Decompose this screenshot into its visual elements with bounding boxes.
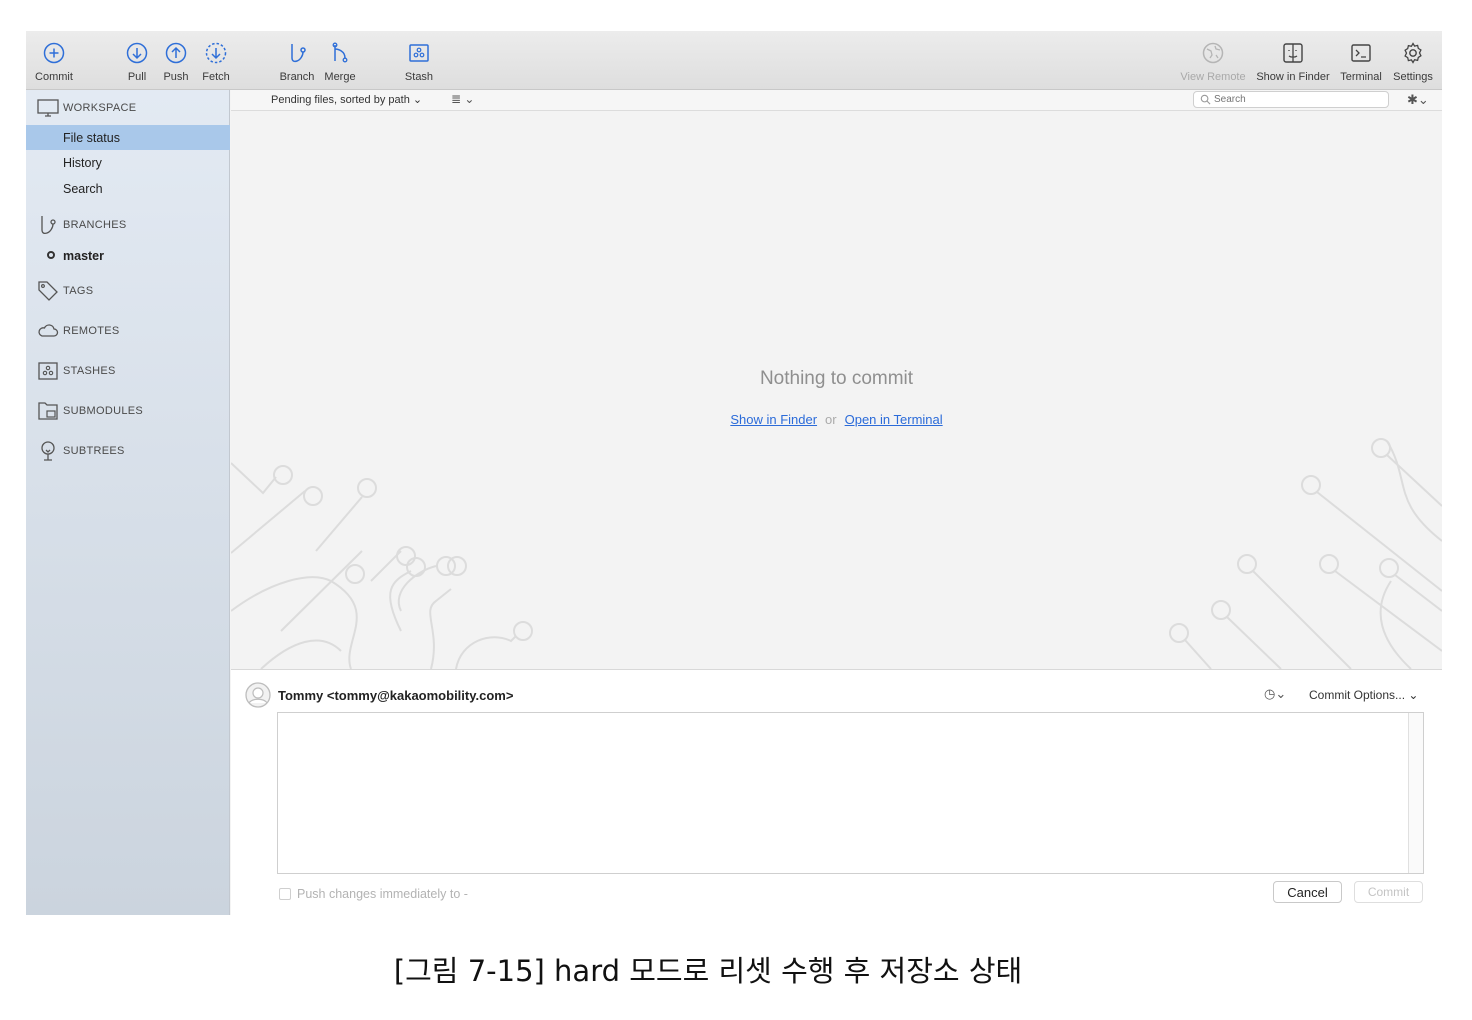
commit-panel: Tommy <tommy@kakaomobility.com> ◷⌄ Commi… [231,669,1442,915]
chevron-down-icon: ⌄ [412,94,423,106]
search-box [1193,91,1389,108]
push-immediately-checkbox[interactable]: Push changes immediately to - [279,887,468,901]
cancel-button[interactable]: Cancel [1273,881,1342,903]
branch-button[interactable]: Branch [276,41,318,87]
sidebar: WORKSPACE File status History Search BRA… [26,90,230,915]
view-remote-button[interactable]: View Remote [1178,41,1248,87]
sidebar-section-submodules[interactable]: SUBMODULES [26,398,230,424]
view-mode-list-icon[interactable]: ≣ ⌄ [451,92,474,106]
stash-button[interactable]: Stash [399,41,439,87]
file-status-area: Nothing to commit Show in Finder or Open i… [231,111,1442,669]
fetch-icon [205,42,227,64]
actions-gear-icon[interactable]: ✱⌄ [1407,92,1429,108]
show-in-finder-link[interactable]: Show in Finder [730,412,817,427]
branch-icon [291,44,306,63]
sidebar-section-remotes[interactable]: REMOTES [26,318,230,344]
sidebar-section-workspace[interactable]: WORKSPACE [26,95,230,121]
settings-button[interactable]: Settings [1389,41,1437,87]
empty-state-message: Nothing to commit [759,368,914,389]
tree-icon [41,441,55,461]
sidebar-item-file-status[interactable]: File status [26,125,230,150]
figure-caption: [그림 7-15] hard 모드로 리셋 수행 후 저장소 상태 [393,954,1023,988]
sidebar-section-branches[interactable]: BRANCHES [26,212,230,238]
checkbox-icon [279,888,291,900]
commit-message-scrollbar[interactable] [1408,713,1423,873]
stash-icon [409,44,429,62]
sidebar-section-stashes[interactable]: STASHES [26,358,230,384]
commit-author: Tommy <tommy@kakaomobility.com> [278,688,514,703]
globe-icon [1202,42,1224,64]
fetch-button[interactable]: Fetch [198,41,234,87]
terminal-icon [1351,44,1371,62]
pull-button[interactable]: Pull [120,41,154,87]
sidebar-section-tags[interactable]: TAGS [26,278,230,304]
arrow-down-circle-icon [126,42,148,64]
stash-icon [38,362,58,380]
sidebar-item-search[interactable]: Search [26,176,230,201]
commit-submit-button[interactable]: Commit [1354,881,1423,903]
circuit-background-decoration [231,438,1442,669]
push-button[interactable]: Push [159,41,193,87]
history-clock-icon[interactable]: ◷⌄ [1264,686,1286,702]
arrow-up-circle-icon [165,42,187,64]
search-input[interactable] [1214,93,1384,106]
show-in-finder-button[interactable]: Show in Finder [1253,41,1333,87]
current-branch-indicator [47,251,55,259]
merge-icon [332,42,348,63]
sidebar-item-history[interactable]: History [26,150,230,175]
gear-icon [1404,42,1422,64]
search-icon [1200,94,1211,105]
branch-icon [41,216,56,235]
cloud-icon [38,324,59,337]
chevron-down-icon: ⌄ [1408,688,1419,702]
sidebar-item-branch-master[interactable]: master [26,243,230,268]
merge-button[interactable]: Merge [320,41,360,87]
open-in-terminal-link[interactable]: Open in Terminal [845,412,943,427]
commit-button[interactable]: Commit [30,41,78,87]
commit-message-input[interactable] [277,712,1424,874]
avatar [245,682,271,708]
empty-state-links: Show in Finder or Open in Terminal [730,412,943,427]
sort-dropdown[interactable]: Pending files, sorted by path ⌄ [271,93,422,106]
terminal-button[interactable]: Terminal [1337,41,1385,87]
monitor-icon [37,99,59,117]
toolbar: Commit Pull Push Fetch Branch Merge Stas… [26,31,1442,90]
tag-icon [38,281,58,301]
sidebar-section-subtrees[interactable]: SUBTREES [26,438,230,464]
file-filter-bar: Pending files, sorted by path ⌄ ≣ ⌄ ✱⌄ [231,90,1442,111]
commit-options-dropdown[interactable]: Commit Options... ⌄ [1309,688,1418,702]
plus-circle-icon [43,42,65,64]
sourcetree-window: Commit Pull Push Fetch Branch Merge Stas… [26,31,1442,915]
finder-icon [1283,43,1303,63]
submodule-folder-icon [38,402,58,420]
